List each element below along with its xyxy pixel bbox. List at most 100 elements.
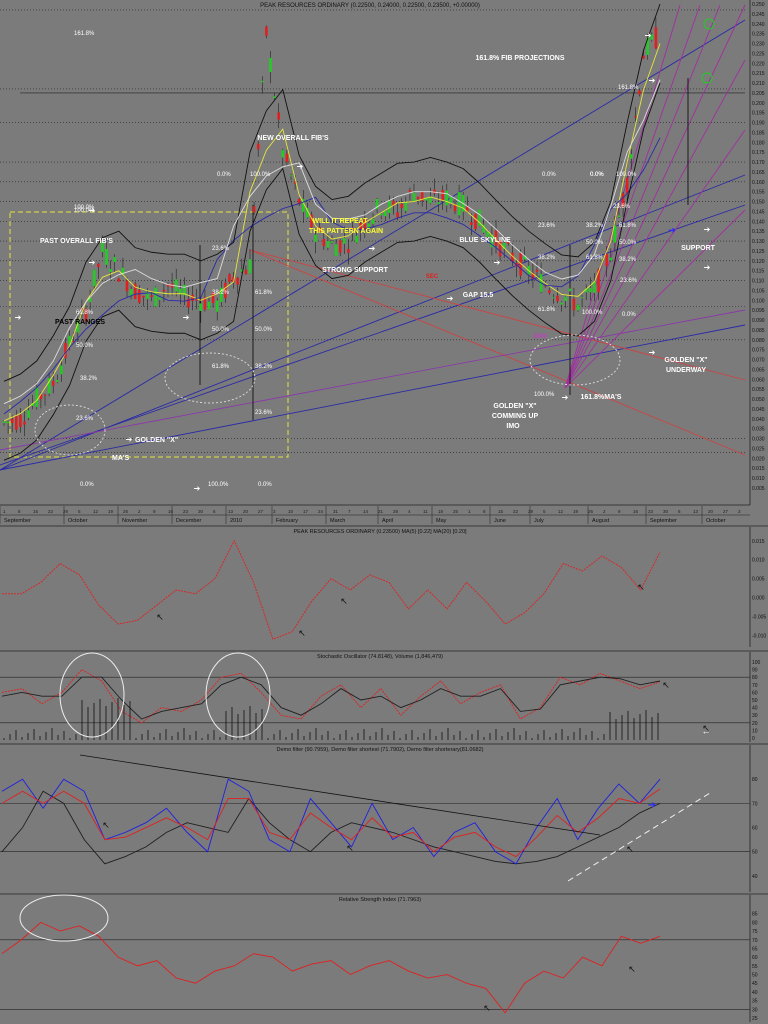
panel-title: Stochastic Oscillator (74.8148), Volume … — [317, 654, 443, 660]
price-tick-label: 0.230 — [752, 42, 765, 48]
arrow-icon: ➔ — [645, 31, 652, 40]
panel-tick-label: 55 — [752, 964, 758, 970]
annotation-golden-x2: GOLDEN "X" — [493, 403, 536, 410]
panel-tick-label: 30 — [752, 1007, 758, 1013]
fib-label: 100.0% — [208, 482, 229, 488]
candle-body — [117, 278, 121, 282]
candle-body — [23, 421, 26, 425]
year-label: 2000 — [533, 334, 547, 340]
panel-tick-label: 40 — [752, 874, 758, 880]
month-label: April — [382, 518, 393, 524]
arrow-icon: ➔ — [89, 206, 96, 215]
panel-title: Relative Strength Index (71.7963) — [339, 897, 421, 903]
panel-tick-label: 65 — [752, 946, 758, 952]
candle-body — [105, 248, 108, 265]
fib-label: 61.8% — [212, 364, 230, 370]
day-label: 21 — [378, 509, 384, 514]
arrow-icon: ➔ — [494, 258, 501, 267]
candle-body — [548, 290, 551, 293]
candle-body — [433, 189, 436, 194]
day-label: 23 — [648, 509, 654, 514]
day-label: 10 — [288, 509, 294, 514]
candle-body — [265, 26, 268, 36]
price-tick-label: 0.220 — [752, 61, 765, 67]
arrow-icon: ➔ — [126, 435, 133, 444]
day-label: 27 — [258, 509, 264, 514]
panel-tick-label: 60 — [752, 690, 758, 696]
panel-tick-label: 40 — [752, 990, 758, 996]
day-label: 17 — [303, 509, 309, 514]
arrow-icon: ↖ — [156, 612, 164, 622]
fib-label: 161.8% — [74, 31, 95, 37]
price-tick-label: 0.030 — [752, 437, 765, 443]
candle-body — [154, 287, 157, 307]
day-label: 23 — [183, 509, 189, 514]
price-tick-label: 0.205 — [752, 91, 765, 97]
fib-label: 38.2% — [619, 257, 637, 263]
candle-body — [556, 295, 559, 302]
fib-label: 0.0% — [622, 312, 636, 318]
arrow-icon: ↖ — [340, 596, 348, 606]
arrow-icon: ➔ — [15, 313, 22, 322]
candle-body — [6, 421, 10, 424]
fib-label: 23.6% — [76, 416, 94, 422]
fib-label: 23.6% — [613, 204, 631, 210]
candle-body — [252, 206, 256, 213]
arrow-icon: ↖ — [637, 582, 645, 592]
panel-tick-label: -0.010 — [752, 633, 766, 639]
candle-body — [441, 189, 444, 201]
candle-body — [113, 256, 116, 262]
candle-body — [228, 274, 231, 282]
arrow-icon: ↖ — [662, 680, 670, 690]
candle-body — [408, 189, 412, 193]
price-tick-label: 0.225 — [752, 51, 765, 57]
candle-body — [179, 288, 182, 294]
day-label: 15 — [498, 509, 504, 514]
candle-body — [638, 90, 641, 95]
candle-body — [412, 192, 416, 202]
candle-body — [314, 234, 317, 242]
month-label: July — [534, 518, 544, 524]
candle-body — [97, 263, 100, 268]
day-label: 25 — [453, 509, 459, 514]
fib-label: 100.0% — [534, 392, 555, 398]
panel-tick-label: 100 — [752, 660, 761, 666]
panel-tick-label: 25 — [752, 1016, 758, 1022]
candle-body — [470, 222, 473, 225]
day-label: 14 — [363, 509, 369, 514]
arrow-icon: ➔ — [183, 313, 190, 322]
day-label: 22 — [513, 509, 519, 514]
panel-tick-label: 50 — [752, 698, 758, 704]
day-label: 27 — [723, 509, 729, 514]
fib-label: 61.8% — [255, 290, 273, 296]
price-tick-label: 0.165 — [752, 170, 765, 176]
day-label: 12 — [558, 509, 564, 514]
candle-body — [150, 295, 153, 298]
annotation-golden-x1: GOLDEN "X" — [664, 357, 707, 364]
price-tick-label: 0.005 — [752, 486, 765, 492]
candle-body — [162, 289, 166, 292]
fib-label: 61.8% — [76, 310, 94, 316]
main-chart-title: PEAK RESOURCES ORDINARY (0.22500, 0.2400… — [260, 3, 480, 9]
annotation-golden-x3: GOLDEN "X" — [135, 437, 178, 444]
price-tick-label: 0.195 — [752, 111, 765, 117]
candle-body — [445, 190, 449, 206]
candle-body — [138, 289, 141, 303]
price-tick-label: 0.055 — [752, 387, 765, 393]
price-tick-label: 0.020 — [752, 456, 765, 462]
fib-label: 100.0% — [250, 172, 271, 178]
annotation-mas2: 161.8%MA'S — [581, 394, 622, 401]
price-tick-label: 0.190 — [752, 121, 765, 127]
price-tick-label: 0.130 — [752, 239, 765, 245]
panel-tick-label: 50 — [752, 973, 758, 979]
fib-label: 0.0% — [80, 482, 94, 488]
panel-tick-label: 85 — [752, 912, 758, 918]
annotation-coming-up: COMMING UP — [492, 413, 539, 420]
month-label: October — [706, 518, 726, 524]
price-tick-label: 0.100 — [752, 298, 765, 304]
candle-body — [347, 248, 350, 253]
day-label: 29 — [528, 509, 534, 514]
day-label: 20 — [708, 509, 714, 514]
fib-label: 50.0% — [212, 327, 230, 333]
month-label: September — [650, 518, 677, 524]
